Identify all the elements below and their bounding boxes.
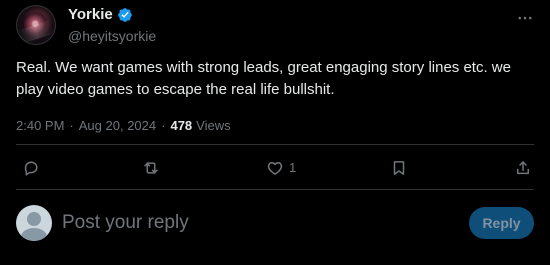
share-action-button[interactable]: [514, 156, 532, 180]
repost-icon: [144, 162, 158, 174]
repost-action-button[interactable]: [142, 156, 160, 180]
bookmark-action-button[interactable]: [390, 156, 408, 180]
like-count: 1: [289, 160, 297, 175]
meta-separator: ·: [69, 118, 74, 133]
reply-input[interactable]: [62, 211, 442, 235]
tweet-actions: 1: [16, 156, 534, 180]
divider-top: [16, 144, 534, 145]
share-icon: [517, 161, 529, 175]
tweet-metadata: 2:40 PM · Aug 20, 2024 · 478 Views: [16, 117, 231, 135]
author-name-row: Yorkie: [68, 6, 133, 24]
tweet-date[interactable]: Aug 20, 2024: [79, 117, 156, 135]
like-action-button[interactable]: 1: [266, 156, 296, 180]
tweet-text: Real. We want games with strong leads, g…: [16, 59, 511, 98]
tweet-page: Yorkie @heyitsyorkie Real. We want games…: [0, 0, 550, 265]
more-icon[interactable]: [516, 9, 534, 27]
tweet-time[interactable]: 2:40 PM: [16, 117, 64, 135]
reply-icon: [24, 161, 38, 176]
tweet-header: Yorkie @heyitsyorkie: [16, 5, 534, 45]
divider-bottom: [16, 189, 534, 190]
meta-separator: ·: [161, 118, 166, 133]
views-count[interactable]: 478: [170, 117, 192, 135]
views-label: Views: [196, 118, 231, 133]
heart-icon: [267, 162, 283, 175]
reply-action-button[interactable]: [22, 156, 40, 180]
reply-composer: Reply: [16, 205, 534, 245]
verified-badge-icon: [117, 8, 132, 22]
author-avatar[interactable]: [16, 5, 56, 45]
author-username[interactable]: @heyitsyorkie: [68, 27, 156, 45]
author-display-name[interactable]: Yorkie: [68, 6, 113, 24]
default-avatar-icon: [16, 205, 52, 241]
reply-button[interactable]: Reply: [469, 207, 534, 239]
bookmark-icon: [393, 161, 405, 175]
